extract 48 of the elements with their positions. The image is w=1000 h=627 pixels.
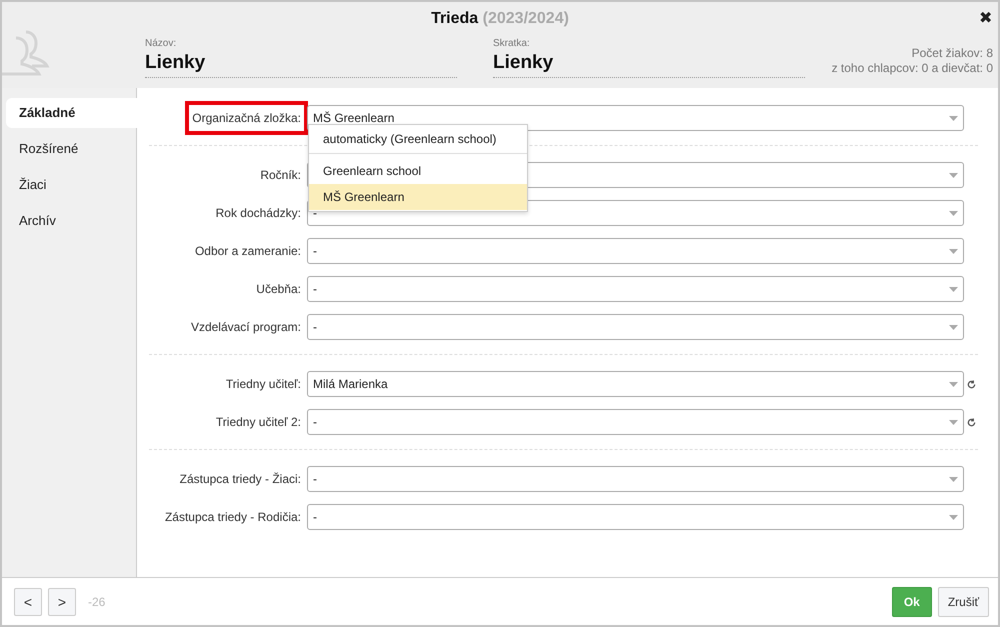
field-label: Organizačná zložka:: [192, 111, 301, 125]
caret-icon: [949, 382, 958, 386]
caret-icon: [949, 514, 958, 520]
select-field[interactable]: -: [307, 466, 964, 492]
select-field[interactable]: -: [307, 409, 964, 435]
select-field[interactable]: -: [307, 276, 964, 302]
refresh-icon[interactable]: [966, 380, 976, 388]
caret-icon: [949, 172, 958, 178]
caret-icon: [949, 476, 958, 482]
sidebar-tab[interactable]: Archív: [6, 206, 136, 236]
caret-icon: [949, 248, 958, 254]
select-field[interactable]: -: [307, 238, 964, 264]
student-count: z toho chlapcov: 0 a dievčat: 0: [832, 61, 993, 76]
caret-icon: [949, 286, 958, 292]
refresh-icon[interactable]: [966, 418, 976, 426]
field-label: Názov:: [145, 38, 178, 49]
dropdown-option[interactable]: Greenlearn school: [309, 158, 527, 184]
select-field[interactable]: -: [307, 504, 964, 530]
dropdown-option[interactable]: MŠ Greenlearn: [309, 184, 527, 210]
field-label: Rok dochádzky:: [216, 206, 301, 220]
sidebar-tab[interactable]: Rozšírené: [6, 134, 136, 164]
field-label: Vzdelávací program:: [190, 320, 301, 334]
field-label: Triedny učiteľ 2:: [216, 415, 301, 429]
select-field[interactable]: Milá Marienka: [307, 371, 964, 397]
field-label: Ročník:: [260, 168, 301, 182]
close-button[interactable]: ✖: [979, 8, 992, 28]
select-field[interactable]: -: [307, 314, 964, 340]
field-label: Učebňa:: [256, 282, 301, 296]
caret-icon: [949, 116, 958, 120]
next-button[interactable]: >: [48, 588, 76, 616]
name-field[interactable]: Lienky: [493, 52, 805, 74]
field-label: Odbor a zameranie:: [194, 244, 301, 258]
field-label: Skratka:: [493, 38, 531, 49]
field-label: Zástupca triedy - Žiaci:: [180, 472, 301, 486]
cancel-button[interactable]: Zrušiť: [938, 586, 989, 616]
caret-icon: [949, 420, 958, 424]
field-label: Zástupca triedy - Rodičia:: [164, 510, 301, 524]
sidebar-tab[interactable]: Žiaci: [6, 170, 136, 200]
name-field[interactable]: Lienky: [145, 52, 457, 74]
caret-icon: [949, 324, 958, 330]
window-title: Trieda (2023/2024): [431, 10, 569, 28]
student-count: Počet žiakov: 8: [912, 46, 993, 61]
sidebar-tab[interactable]: Základné: [6, 98, 137, 128]
field-label: Triedny učiteľ:: [226, 377, 301, 391]
dropdown-option[interactable]: automaticky (Greenlearn school): [309, 125, 527, 154]
caret-icon: [949, 210, 958, 216]
previous-button[interactable]: <: [14, 588, 42, 616]
record-counter: -26: [88, 594, 106, 608]
